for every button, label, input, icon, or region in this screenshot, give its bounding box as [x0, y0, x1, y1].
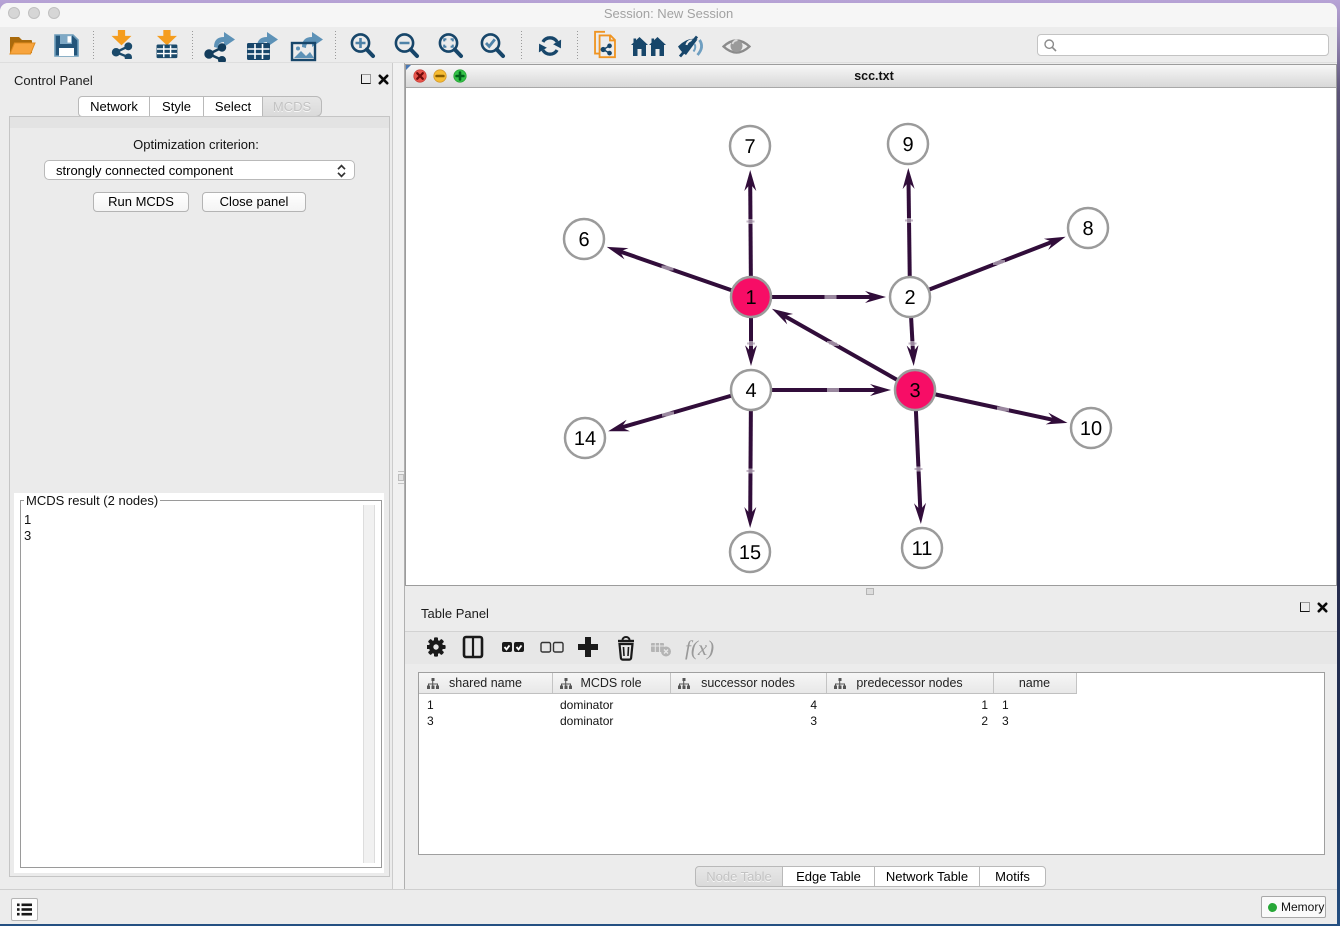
svg-text:9: 9	[902, 134, 913, 156]
svg-text:7: 7	[744, 136, 755, 158]
svg-text:3: 3	[909, 380, 920, 402]
svg-text:11: 11	[912, 538, 933, 560]
svg-text:2: 2	[904, 287, 915, 309]
svg-text:f(x): f(x)	[685, 636, 714, 660]
svg-text:10: 10	[1080, 418, 1102, 440]
svg-text:6: 6	[578, 229, 589, 251]
svg-text:15: 15	[739, 542, 761, 564]
svg-text:1: 1	[745, 287, 756, 309]
svg-text:8: 8	[1082, 218, 1093, 240]
svg-text:4: 4	[745, 380, 756, 402]
svg-text:14: 14	[574, 428, 596, 450]
